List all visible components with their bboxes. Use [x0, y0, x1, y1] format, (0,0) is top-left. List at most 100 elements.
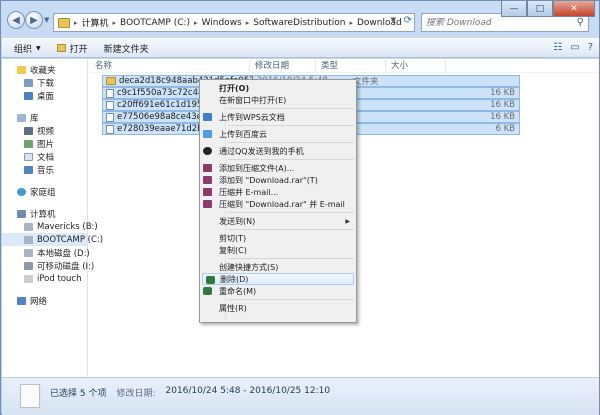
window-controls: — □ ✕ [501, 1, 595, 17]
menu-item-label: 添加到 "Download.rar"(T) [219, 175, 318, 185]
chevron-right-icon[interactable]: ▸ [113, 19, 117, 27]
sidebar-item-computer[interactable]: 计算机 [2, 207, 87, 220]
picture-icon [24, 139, 33, 148]
view-controls: ☷ ▭ ? [553, 42, 593, 53]
menu-item-delete[interactable]: 删除(D) [202, 273, 354, 285]
sidebar-item-label: iPod touch [37, 273, 82, 284]
removable-drive-icon [24, 261, 33, 270]
menu-item-rename[interactable]: 重命名(M) [200, 285, 356, 297]
organize-menu[interactable]: 组织 ▼ [14, 42, 41, 55]
music-icon [24, 165, 33, 174]
sidebar-item-music[interactable]: 音乐 [2, 163, 87, 176]
menu-item-label: 添加到压缩文件(A)... [219, 163, 295, 173]
sidebar-item-pictures[interactable]: 图片 [2, 137, 87, 150]
file-size: 16 KB [430, 99, 520, 111]
back-button[interactable]: ◀ [7, 11, 25, 29]
sidebar-item-ipod[interactable]: iPod touch [2, 272, 87, 285]
refresh-icon[interactable]: ⟳ [404, 15, 412, 26]
sidebar-item-label: 收藏夹 [30, 65, 56, 76]
sidebar-item-downloads[interactable]: 下载 [2, 76, 87, 89]
view-options-icon[interactable]: ☷ [553, 42, 562, 53]
menu-item-add-archive[interactable]: 添加到压缩文件(A)... [200, 162, 356, 174]
close-button[interactable]: ✕ [553, 1, 595, 17]
modified-range: 2016/10/24 5:48 - 2016/10/25 12:10 [165, 386, 331, 396]
open-button[interactable]: 打开 [56, 42, 88, 55]
menu-item-compress-rar-email[interactable]: 压缩到 "Download.rar" 并 E-mail [200, 198, 356, 210]
sidebar-item-label: 桌面 [37, 91, 55, 102]
qq-icon [203, 147, 212, 155]
address-dropdown-icon[interactable]: ▼ [391, 16, 396, 24]
status-text: 已选择 5 个项 修改日期: 2016/10/24 5:48 - 2016/10… [50, 386, 330, 399]
sidebar-item-label: 可移动磁盘 (I:) [37, 261, 95, 272]
column-size[interactable]: 大小 [386, 58, 446, 73]
breadcrumb-computer[interactable]: 计算机 [82, 16, 109, 29]
context-menu: 打开(O) 在新窗口中打开(E) 上传到WPS云文档 上传到百度云 通过QQ发送… [199, 79, 357, 323]
sidebar-item-label: 文档 [37, 152, 55, 163]
column-date[interactable]: 修改日期 [250, 58, 316, 73]
folder-icon [56, 44, 66, 52]
column-type[interactable]: 类型 [316, 58, 386, 73]
menu-item-cut[interactable]: 剪切(T) [200, 232, 356, 244]
sidebar-item-homegroup[interactable]: 家庭组 [2, 185, 87, 198]
breadcrumb-softwaredistribution[interactable]: SoftwareDistribution [253, 18, 345, 28]
homegroup-icon [17, 187, 26, 196]
menu-item-send-to[interactable]: 发送到(N) ▶ [200, 215, 356, 227]
search-icon[interactable]: ⚲ [577, 17, 584, 28]
menu-item-open[interactable]: 打开(O) [200, 82, 356, 94]
menu-item-properties[interactable]: 属性(R) [200, 302, 356, 314]
menu-item-label: 上传到百度云 [219, 129, 267, 139]
winrar-icon [203, 200, 212, 208]
sidebar-item-label: 视频 [37, 126, 55, 137]
sidebar-item-drive-b[interactable]: Mavericks (B:) [2, 220, 98, 233]
sidebar-item-drive-i[interactable]: 可移动磁盘 (I:) [2, 259, 94, 272]
sidebar-item-label: 库 [30, 113, 39, 124]
title-bar: ◀ ▶ ▼ ▸ 计算机 ▸ BOOTCAMP (C:) ▸ Windows ▸ … [1, 1, 599, 37]
menu-item-compress-email[interactable]: 压缩并 E-mail... [200, 186, 356, 198]
column-headers: 名称 修改日期 类型 大小 [90, 58, 598, 73]
windows-drive-icon [24, 235, 33, 244]
sidebar-item-documents[interactable]: 文档 [2, 150, 87, 163]
forward-button[interactable]: ▶ [25, 11, 43, 29]
sidebar-item-label: 家庭组 [30, 187, 56, 198]
chevron-right-icon[interactable]: ▸ [74, 19, 78, 27]
sidebar-item-drive-d[interactable]: 本地磁盘 (D:) [2, 246, 90, 259]
breadcrumb-windows[interactable]: Windows [202, 18, 242, 28]
address-bar[interactable]: ▸ 计算机 ▸ BOOTCAMP (C:) ▸ Windows ▸ Softwa… [53, 13, 415, 32]
breadcrumb-bootcamp[interactable]: BOOTCAMP (C:) [120, 18, 190, 28]
winrar-icon [203, 176, 212, 184]
downloads-icon [24, 78, 33, 87]
preview-pane-icon[interactable]: ▭ [570, 42, 579, 53]
network-icon [17, 296, 26, 305]
folder-icon [58, 17, 70, 28]
menu-item-send-qq[interactable]: 通过QQ发送到我的手机 [200, 145, 356, 157]
maximize-button[interactable]: □ [527, 1, 553, 17]
minimize-button[interactable]: — [501, 1, 527, 17]
organize-label: 组织 [14, 44, 33, 55]
column-name[interactable]: 名称 [90, 58, 250, 73]
chevron-right-icon[interactable]: ▸ [194, 19, 198, 27]
library-icon [17, 113, 26, 122]
sidebar-item-libraries[interactable]: 库 [2, 111, 87, 124]
help-icon[interactable]: ? [588, 42, 593, 53]
sidebar-item-drive-c[interactable]: BOOTCAMP (C:) [2, 233, 103, 246]
winrar-icon [203, 188, 212, 196]
sidebar-item-favorites[interactable]: 收藏夹 [2, 63, 87, 76]
chevron-right-icon[interactable]: ▸ [246, 19, 250, 27]
recent-pages-chevron-icon[interactable]: ▼ [44, 16, 49, 24]
new-folder-button[interactable]: 新建文件夹 [104, 42, 149, 55]
sidebar-item-videos[interactable]: 视频 [2, 124, 87, 137]
file-size: 16 KB [430, 111, 520, 123]
chevron-right-icon[interactable]: ▸ [349, 19, 353, 27]
command-bar: 组织 ▼ 打开 新建文件夹 ☷ ▭ ? [2, 38, 599, 58]
menu-item-create-shortcut[interactable]: 创建快捷方式(S) [200, 261, 356, 273]
sidebar-item-desktop[interactable]: 桌面 [2, 89, 87, 102]
menu-item-copy[interactable]: 复制(C) [200, 244, 356, 256]
menu-item-upload-wps[interactable]: 上传到WPS云文档 [200, 111, 356, 123]
menu-item-add-rar[interactable]: 添加到 "Download.rar"(T) [200, 174, 356, 186]
drive-icon [24, 222, 33, 231]
sidebar-item-network[interactable]: 网络 [2, 294, 87, 307]
menu-item-upload-baidu[interactable]: 上传到百度云 [200, 128, 356, 140]
shield-icon [206, 276, 215, 284]
search-input[interactable] [426, 17, 576, 28]
menu-item-open-new-window[interactable]: 在新窗口中打开(E) [200, 94, 356, 106]
